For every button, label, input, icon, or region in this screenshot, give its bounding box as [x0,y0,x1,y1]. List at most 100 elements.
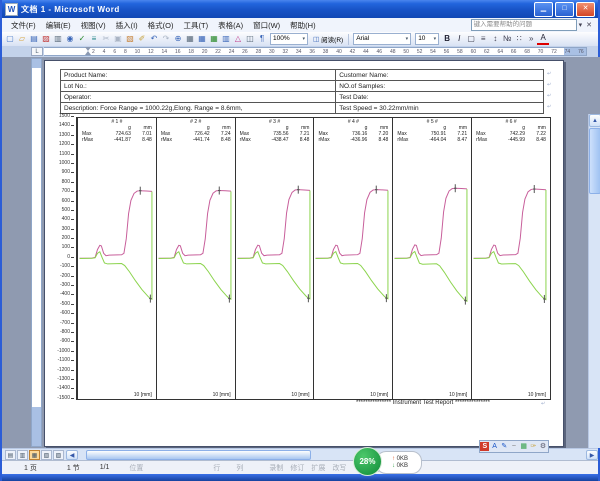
line-spacing-icon[interactable]: ↕ [489,33,501,45]
zoom-select[interactable]: 100% ▾ [270,33,308,45]
menu-item-3[interactable]: 插入(I) [111,20,143,31]
research-icon[interactable]: ≡ [88,33,100,45]
outline-view-button[interactable]: ▧ [41,450,52,460]
minimize-button[interactable]: ▁ [534,2,553,17]
align-justify-icon[interactable]: ≡ [477,33,489,45]
ruler-number: 4 [103,48,106,56]
y-tick-label: -800 [60,330,74,335]
insert-hyperlink-icon[interactable]: ⊕ [172,33,184,45]
copy-icon[interactable]: ▣ [112,33,124,45]
ruler-number: 64 [497,48,503,56]
open-icon[interactable]: ▱ [16,33,28,45]
image-tool-icon[interactable]: ▦ [519,442,528,451]
font-name-select[interactable]: Arial ▾ [353,33,411,45]
floating-mini-toolbar: SA✎~▦✑⚙ [479,440,549,453]
highlighter-tool-icon[interactable]: ✑ [529,442,538,451]
paste-icon[interactable]: ▧ [124,33,136,45]
vertical-scrollbar[interactable]: ▲ ▼ ▲●▼ [588,114,600,448]
toolbar: ▢▱▤▨▥◉✓≡✂▣▧✐↶↷⊕▦▦▦▥△◫¶ 100% ▾ ◫ 阅读(R) Ar… [2,32,598,47]
normal-view-button[interactable]: ▤ [5,450,16,460]
vertical-scroll-thumb[interactable] [589,128,600,194]
permission-icon[interactable]: ▨ [40,33,52,45]
ruler-number: 72 [551,48,557,56]
horizontal-scroll-thumb[interactable] [86,450,311,460]
paragraph-mark: ↵ [547,72,551,77]
help-dropdown-icon[interactable]: ▾ [577,21,585,29]
settings-tool-icon[interactable]: ⚙ [539,442,548,451]
menu-item-1[interactable]: 编辑(E) [41,20,76,31]
menu-item-7[interactable]: 窗口(W) [248,20,285,31]
web-layout-view-button[interactable]: ▥ [17,450,28,460]
document-close-button[interactable]: ✕ [584,21,594,29]
numbered-list-icon[interactable]: № [501,33,513,45]
drawing-icon[interactable]: △ [232,33,244,45]
document-page[interactable]: Product Name:Customer Name:Lot No.:NO.of… [44,60,564,447]
close-button[interactable]: ✕ [576,2,595,17]
scroll-up-button[interactable]: ▲ [589,114,600,127]
redo-icon[interactable]: ↷ [160,33,172,45]
tables-and-borders-icon[interactable]: ▦ [184,33,196,45]
y-tick-label: 800 [62,180,74,185]
reading-layout-view-button[interactable]: ▨ [53,450,64,460]
net-arrow-icon: ↑ [392,456,395,462]
ruler-number: 68 [524,48,530,56]
insert-excel-worksheet-icon[interactable]: ▦ [208,33,220,45]
chart-panel-2: # 2 #gmmMax726.427.24rMax-441.748.4810 [… [157,118,236,399]
ruler-number: 52 [417,48,423,56]
tab-stop-selector[interactable]: L [31,47,43,56]
pen-tool-icon[interactable]: ✎ [500,442,509,451]
scroll-right-button[interactable]: ▶ [586,450,598,460]
character-border-icon[interactable]: ▢ [465,33,477,45]
format-painter-icon[interactable]: ✐ [136,33,148,45]
chart-panel-6: # 6 #gmmMax742.297.22rMax-445.998.4810 [… [472,118,550,399]
font-size-select[interactable]: 10 ▾ [415,33,439,45]
maximize-button[interactable]: □ [555,2,574,17]
new-document-icon[interactable]: ▢ [4,33,16,45]
read-mode-button[interactable]: ◫ 阅读(R) [310,34,346,44]
status-page-count: 1/1 [100,464,110,471]
undo-icon[interactable]: ↶ [148,33,160,45]
y-tick-label: 100 [62,245,74,250]
menu-item-0[interactable]: 文件(F) [6,20,41,31]
ruler-number: 76 [578,48,584,56]
insert-table-icon[interactable]: ▦ [196,33,208,45]
net-speed-row: ↑ 0KB [392,456,421,463]
ruler-number: 34 [296,48,302,56]
freehand-tool-icon[interactable]: ~ [509,442,518,451]
scroll-left-button[interactable]: ◀ [66,450,78,460]
cut-icon[interactable]: ✂ [100,33,112,45]
menu-item-8[interactable]: 帮助(H) [285,20,320,31]
ruler-number: 48 [390,48,396,56]
bullet-list-icon[interactable]: ∷ [513,33,525,45]
screenshot-tool-icon[interactable]: S [480,442,489,451]
test-report-chart: 1500140013001200110010009008007006005004… [60,117,549,398]
menu-item-2[interactable]: 视图(V) [76,20,111,31]
menu-item-4[interactable]: 格式(O) [143,20,179,31]
indent-increase-icon[interactable]: » [525,33,537,45]
document-map-icon[interactable]: ◫ [244,33,256,45]
ruler-number: 24 [229,48,235,56]
print-layout-view-button[interactable]: ▦ [29,450,40,460]
bold-icon[interactable]: B [441,33,453,45]
text-tool-icon[interactable]: A [490,442,499,451]
ruler-number: 44 [363,48,369,56]
spelling-grammar-icon[interactable]: ✓ [76,33,88,45]
paragraph-mark: ↵ [547,94,551,99]
menu-item-5[interactable]: 工具(T) [179,20,214,31]
menu-item-6[interactable]: 表格(A) [213,20,248,31]
font-color-icon[interactable]: A [537,33,549,45]
print-icon[interactable]: ▥ [52,33,64,45]
save-icon[interactable]: ▤ [28,33,40,45]
help-question-input[interactable]: 键入需要帮助的问题 [471,19,577,31]
print-preview-icon[interactable]: ◉ [64,33,76,45]
show-hide-marks-icon[interactable]: ¶ [256,33,268,45]
window-title: 文档 1 - Microsoft Word [21,4,531,15]
ruler-number: 18 [188,48,194,56]
y-tick-label: -700 [60,321,74,326]
info-cell: Operator: [61,92,336,103]
progress-badge[interactable]: 28% [353,447,382,476]
y-tick-label: 1400 [59,123,74,128]
italic-icon[interactable]: I [453,33,465,45]
columns-icon[interactable]: ▥ [220,33,232,45]
indent-marker-bottom[interactable] [85,51,91,55]
